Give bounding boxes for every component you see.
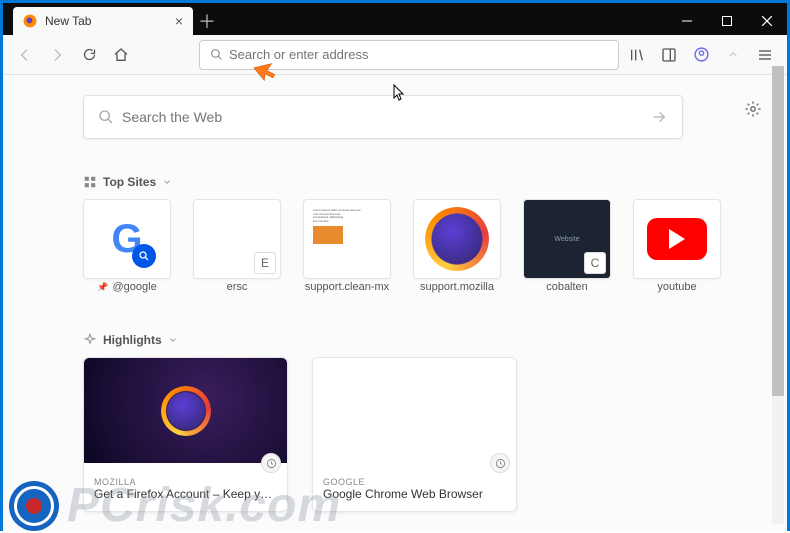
customize-gear-button[interactable] [741, 97, 765, 121]
sidebar-button[interactable] [655, 41, 683, 69]
browser-tab[interactable]: New Tab × [13, 7, 193, 35]
top-site-tile[interactable]: support.mozilla [413, 199, 501, 293]
history-badge-icon [261, 453, 281, 473]
card-thumbnail [313, 358, 516, 463]
url-bar[interactable] [199, 40, 619, 70]
tile-thumbnail: E [193, 199, 281, 279]
firefox-icon [431, 213, 483, 265]
tile-label: support.clean-mx [305, 281, 389, 293]
scroll-thumb[interactable] [772, 66, 784, 396]
youtube-icon [647, 218, 707, 260]
highlights-row: MOZILLA Get a Firefox Account – Keep you… [83, 357, 707, 512]
maximize-button[interactable] [707, 7, 747, 35]
highlights-heading: Highlights [103, 333, 162, 347]
top-site-tile[interactable]: G 📌 @google [83, 199, 171, 293]
account-button[interactable] [687, 41, 715, 69]
close-window-button[interactable] [747, 7, 787, 35]
window-controls [667, 7, 787, 35]
go-arrow-icon[interactable] [650, 108, 668, 126]
overflow-button[interactable] [719, 41, 747, 69]
new-tab-content: Top Sites G 📌 @google E ersc Lorem ipsum … [3, 75, 787, 531]
top-sites-header[interactable]: Top Sites [83, 175, 707, 189]
gear-icon [744, 100, 762, 118]
new-tab-button[interactable]: ＋ [193, 7, 221, 35]
home-button[interactable] [107, 41, 135, 69]
titlebar: New Tab × ＋ [3, 3, 787, 35]
back-button[interactable] [11, 41, 39, 69]
highlights-header[interactable]: Highlights [83, 333, 707, 347]
card-thumbnail [84, 358, 287, 463]
tile-thumbnail: G [83, 199, 171, 279]
tile-thumbnail [633, 199, 721, 279]
card-title: Google Chrome Web Browser [323, 487, 506, 501]
tile-label: cobalten [546, 281, 588, 293]
tile-label: ersc [227, 281, 248, 293]
highlight-card[interactable]: MOZILLA Get a Firefox Account – Keep you… [83, 357, 288, 512]
tile-thumbnail [413, 199, 501, 279]
top-sites-heading: Top Sites [103, 175, 156, 189]
tile-label: youtube [657, 281, 696, 293]
grid-icon [83, 175, 97, 189]
firefox-tab-icon [23, 14, 37, 28]
history-badge-icon [490, 453, 510, 473]
top-site-tile[interactable]: WebsiteC cobalten [523, 199, 611, 293]
fallback-letter-icon: C [584, 252, 606, 274]
firefox-icon [167, 392, 205, 430]
card-title: Get a Firefox Account – Keep you… [94, 487, 277, 501]
web-search-input[interactable] [122, 109, 650, 125]
card-source: GOOGLE [323, 477, 506, 487]
scrollbar[interactable] [772, 66, 784, 524]
url-input[interactable] [229, 47, 608, 62]
search-badge-icon [132, 244, 156, 268]
menu-button[interactable] [751, 41, 779, 69]
forward-button[interactable] [43, 41, 71, 69]
tile-label: support.mozilla [420, 281, 494, 293]
minimize-button[interactable] [667, 7, 707, 35]
highlight-card[interactable]: GOOGLE Google Chrome Web Browser [312, 357, 517, 512]
chevron-down-icon [162, 177, 172, 187]
toolbar [3, 35, 787, 75]
tab-title: New Tab [45, 14, 91, 28]
card-source: MOZILLA [94, 477, 277, 487]
tile-thumbnail: WebsiteC [523, 199, 611, 279]
tile-thumbnail: Lorem ipsum dolor sit amet text rowrow r… [303, 199, 391, 279]
search-icon [98, 109, 114, 125]
top-sites-row: G 📌 @google E ersc Lorem ipsum dolor sit … [83, 199, 707, 293]
pin-icon: 📌 [97, 282, 108, 293]
fallback-letter-icon: E [254, 252, 276, 274]
close-tab-button[interactable]: × [175, 13, 183, 29]
top-site-tile[interactable]: E ersc [193, 199, 281, 293]
sparkle-icon [83, 333, 97, 347]
library-button[interactable] [623, 41, 651, 69]
chevron-down-icon [168, 335, 178, 345]
top-site-tile[interactable]: Lorem ipsum dolor sit amet text rowrow r… [303, 199, 391, 293]
web-search-box[interactable] [83, 95, 683, 139]
search-icon [210, 48, 223, 61]
reload-button[interactable] [75, 41, 103, 69]
top-site-tile[interactable]: youtube [633, 199, 721, 293]
document-preview-icon: Lorem ipsum dolor sit amet text rowrow r… [309, 205, 385, 273]
tile-label: @google [113, 281, 157, 293]
